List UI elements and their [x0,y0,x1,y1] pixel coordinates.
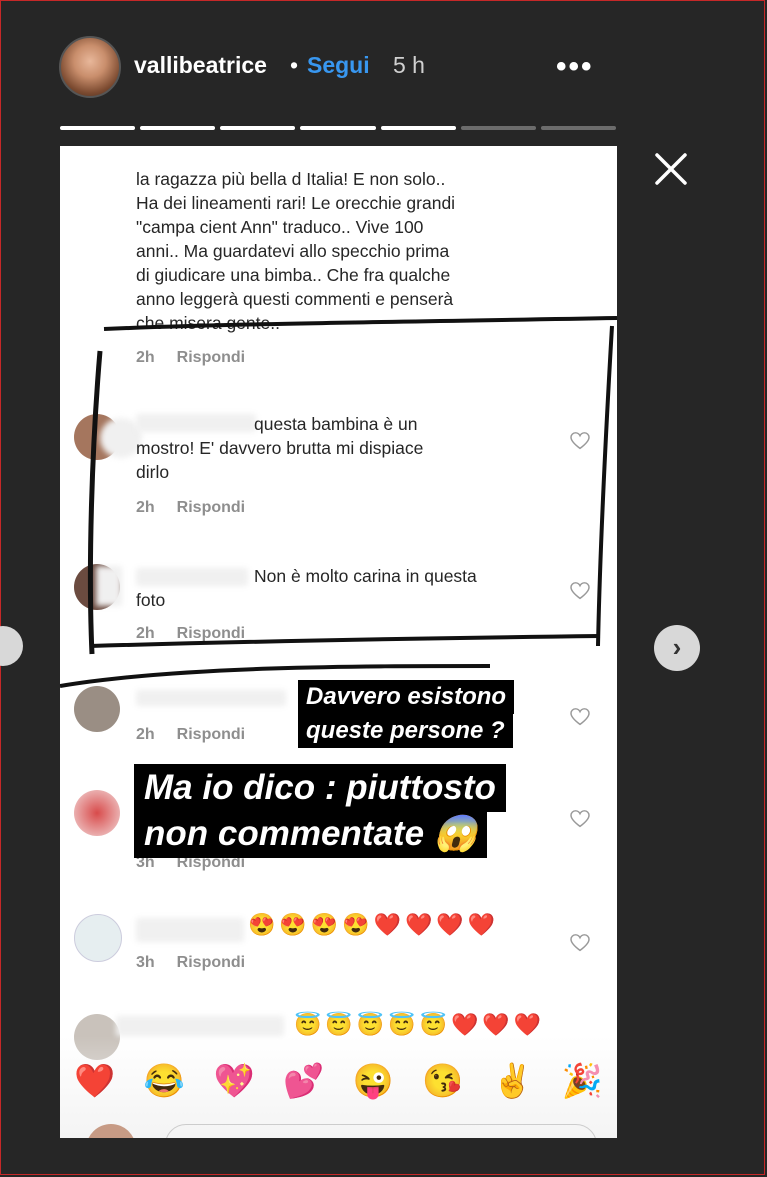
emoji-laugh-button[interactable]: 😂 [144,1062,185,1101]
story-screenshot-card: la ragazza più bella d Italia! E non sol… [60,146,617,1138]
redacted-username [116,1016,284,1036]
reply-link[interactable]: Rispondi [177,954,245,971]
follow-button[interactable]: Segui [307,52,370,79]
reply-link[interactable]: Rispondi [177,726,245,743]
emoji-victory-button[interactable]: ✌️ [492,1062,533,1101]
profile-avatar[interactable] [59,36,121,98]
comment-time: 2h [136,726,155,743]
comment-input[interactable] [165,1124,597,1138]
emoji-heart-button[interactable]: ❤️ [74,1062,115,1101]
emoji-quick-bar: ❤️ 😂 💖 💕 😜 😘 ✌️ 🎉 [60,1051,617,1111]
separator-dot: • [290,52,299,78]
username[interactable]: vallibeatrice [134,52,267,79]
emoji-heart-ribbon-button[interactable]: 💖 [214,1062,255,1101]
post-time: 5 h [393,52,425,78]
comment-time: 3h [136,954,155,971]
hand-drawn-box [60,316,617,688]
story-caption: Davvero esistono [298,680,515,714]
progress-segment [140,126,216,130]
more-options-icon[interactable]: ••• [556,50,594,84]
story-progress-bar [60,126,616,130]
emoji-party-button[interactable]: 🎉 [562,1062,603,1101]
story-caption-large: non commentate 😱 [134,810,488,858]
next-story-button[interactable]: › [654,625,700,671]
progress-segment [460,126,536,130]
like-heart-icon[interactable] [570,708,590,726]
emoji-wink-tongue-button[interactable]: 😜 [353,1062,394,1101]
redacted-username [136,918,244,942]
comment-meta: 3h Rispondi [136,954,245,972]
progress-segment [380,126,456,130]
emoji-two-hearts-button[interactable]: 💕 [283,1062,324,1101]
story-caption: queste persone ? [298,714,513,748]
comment-meta: 2h Rispondi [136,726,245,744]
story-caption-large: Ma io dico : piuttosto [134,764,506,812]
close-icon[interactable] [652,150,690,188]
comment-avatar[interactable] [74,914,122,962]
comment-avatar[interactable] [74,790,120,836]
redacted-username [136,690,286,706]
comment-text: 😍😍😍😍❤️❤️❤️❤️ [248,912,500,937]
comment-text: 😇😇😇😇😇❤️❤️❤️ [294,1012,546,1037]
emoji-kiss-button[interactable]: 😘 [422,1062,463,1101]
progress-segment [300,126,376,130]
progress-segment [220,126,296,130]
progress-segment [60,126,136,130]
like-heart-icon[interactable] [570,810,590,828]
progress-segment [540,126,616,130]
like-heart-icon[interactable] [570,934,590,952]
comment-avatar[interactable] [74,686,120,732]
